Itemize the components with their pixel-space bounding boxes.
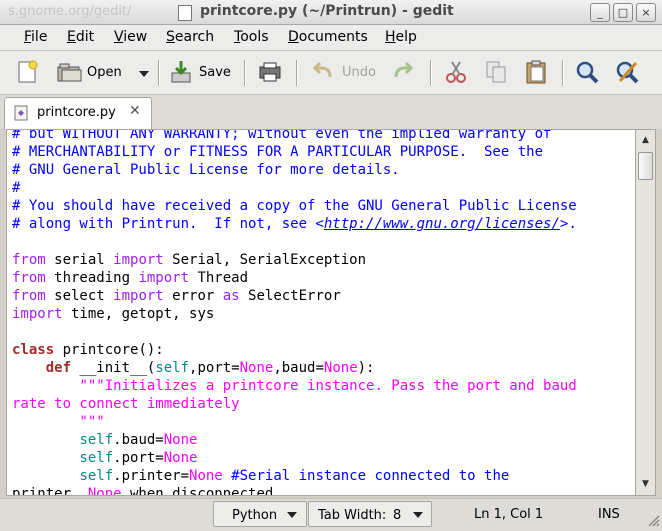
code-line: """Initializes a printcore instance. Pas… (79, 378, 577, 394)
search-icon[interactable] (574, 59, 600, 85)
toolbar-separator (158, 60, 160, 86)
scroll-down-icon[interactable]: ▼ (636, 476, 655, 493)
cursor-position: Ln 1, Col 1 (474, 507, 544, 522)
toolbar-separator (562, 60, 564, 86)
code-text: # but WITHOUT ANY WARRANTY; without even… (12, 129, 577, 496)
new-document-icon[interactable] (14, 59, 40, 85)
menu-view[interactable]: View (114, 29, 147, 45)
title-bar[interactable]: s.gnome.org/gedit/ printcore.py (~/Print… (0, 0, 662, 25)
open-folder-icon[interactable] (56, 59, 82, 85)
save-button-label[interactable]: Save (199, 65, 231, 80)
copy-icon (486, 61, 506, 83)
toolbar-separator (296, 60, 298, 86)
code-line: """ (12, 414, 105, 430)
language-label: Python (232, 508, 278, 523)
scroll-up-icon[interactable]: ▲ (636, 132, 655, 149)
code-line: # (12, 180, 21, 196)
menu-bar: File Edit View Search Tools Documents He… (0, 25, 662, 51)
code-line: self.baud=None (79, 432, 198, 448)
undo-icon (312, 61, 332, 78)
code-line: # MERCHANTABILITY or FITNESS FOR A PARTI… (12, 144, 544, 160)
code-line: rate to connect immediately (12, 396, 240, 412)
status-bar: Python Tab Width: 8 Ln 1, Col 1 INS (0, 498, 662, 531)
menu-documents[interactable]: Documents (288, 29, 368, 45)
insert-mode: INS (598, 507, 620, 522)
menu-search[interactable]: Search (166, 29, 214, 45)
cut-icon (446, 61, 466, 83)
toolbar-separator (244, 60, 246, 86)
menu-help[interactable]: Help (385, 29, 417, 45)
code-line: # GNU General Public License for more de… (12, 162, 400, 178)
undo-button-label: Undo (342, 65, 376, 80)
print-icon[interactable] (257, 59, 283, 85)
close-tab-icon[interactable]: ✕ (129, 103, 141, 119)
chevron-down-icon (413, 512, 423, 518)
scrollbar-thumb[interactable] (638, 152, 653, 180)
python-file-icon (14, 105, 28, 121)
menu-edit[interactable]: Edit (67, 29, 94, 45)
code-line: # You should have received a copy of the… (12, 198, 577, 214)
code-line: # but WITHOUT ANY WARRANTY; without even… (12, 129, 552, 142)
language-selector[interactable]: Python (213, 501, 307, 527)
code-line: import time, getopt, sys (12, 306, 215, 322)
search-replace-icon[interactable] (614, 59, 640, 85)
resize-grip-icon[interactable] (646, 513, 660, 527)
code-line: printer, None when disconnected (12, 486, 274, 496)
window-title: printcore.py (~/Printrun) - gedit (200, 3, 454, 19)
code-editor[interactable]: # but WITHOUT ANY WARRANTY; without even… (6, 129, 636, 496)
menu-file[interactable]: File (24, 29, 47, 45)
open-button-label[interactable]: Open (87, 65, 122, 80)
menu-tools[interactable]: Tools (234, 29, 269, 45)
background-window-text: s.gnome.org/gedit/ (8, 4, 132, 19)
chevron-down-icon (287, 512, 297, 518)
code-line: from select import error as SelectError (12, 288, 341, 304)
tab-label: printcore.py (37, 105, 116, 120)
code-line: # along with Printrun. If not, see <http… (12, 216, 577, 232)
tab-width-value: 8 (393, 508, 402, 523)
paste-icon[interactable] (523, 59, 549, 85)
maximize-button[interactable]: □ (613, 3, 633, 22)
tab-width-label: Tab Width: (318, 508, 387, 523)
save-icon[interactable] (168, 59, 194, 85)
tab-width-selector[interactable]: Tab Width: 8 (308, 501, 432, 527)
close-window-button[interactable]: × (636, 3, 656, 22)
open-recent-dropdown-icon[interactable] (139, 71, 149, 77)
code-line: from threading import Thread (12, 270, 249, 286)
redo-icon (394, 61, 414, 78)
vertical-scrollbar[interactable]: ▲ ▼ (636, 129, 656, 496)
tab-bar: printcore.py ✕ (0, 95, 662, 130)
code-line: self.port=None (79, 450, 198, 466)
code-line: def __init__(self,port=None,baud=None): (45, 360, 375, 376)
tab-printcore-py[interactable]: printcore.py ✕ (4, 97, 152, 130)
code-line: from serial import Serial, SerialExcepti… (12, 252, 367, 268)
toolbar: Open Save Undo (0, 51, 662, 95)
code-line: class printcore(): (12, 342, 164, 358)
minimize-button[interactable]: _ (590, 3, 610, 22)
toolbar-separator (430, 60, 432, 86)
code-line: self.printer=None #Serial instance conne… (79, 468, 510, 484)
document-icon (178, 5, 192, 21)
